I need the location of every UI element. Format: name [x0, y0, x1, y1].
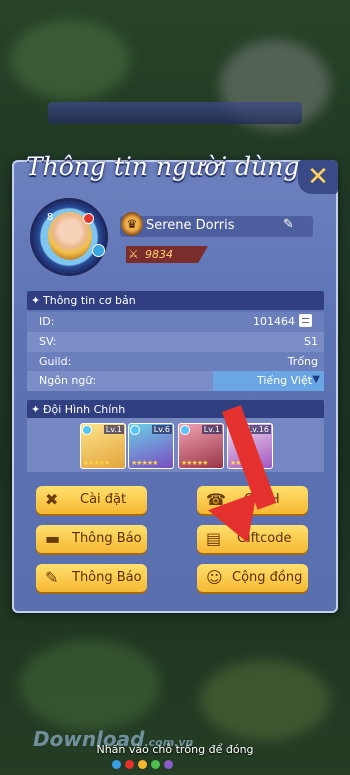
id-label: ID: — [39, 315, 55, 328]
settings-button[interactable]: ✖ Cài đặt — [36, 486, 147, 514]
basic-info-header: ✦ Thông tin cơ bản — [27, 291, 324, 310]
hero-card[interactable]: Lv.1 ★★★★★ — [178, 423, 224, 469]
mailbox-icon: ▬ — [45, 529, 61, 548]
server-value: S1 — [304, 335, 318, 348]
team-row — [27, 418, 324, 472]
gem-icon — [130, 425, 140, 435]
avatar-settings-icon[interactable] — [92, 244, 105, 257]
close-button[interactable]: ✕ — [298, 160, 338, 194]
team-header: ✦ Đội Hình Chính — [27, 400, 324, 419]
stars-icon: ★★★★★ — [83, 459, 110, 467]
player-level: 8 — [46, 212, 54, 223]
copy-id-icon[interactable] — [299, 314, 312, 327]
community-icon: ☺ — [206, 568, 223, 587]
dropdown-triangle-icon: ▼ — [312, 374, 320, 385]
sparkle-icon: ✦ — [31, 403, 41, 416]
edit-name-icon[interactable]: ✎ — [283, 217, 294, 232]
crossed-swords-icon: ⚔ — [128, 247, 139, 261]
basic-info-title: Thông tin cơ bản — [43, 294, 136, 307]
close-icon: ✕ — [307, 162, 329, 192]
stars-icon: ★★★★★ — [131, 459, 158, 467]
community-label: Cộng đồng — [232, 570, 303, 585]
hero-level: Lv.1 — [103, 425, 124, 434]
hero-level: Lv.6 — [151, 425, 172, 434]
hero-level: Lv.1 — [201, 425, 222, 434]
info-row-server: SV: S1 — [27, 332, 324, 352]
gem-icon — [82, 425, 92, 435]
settings-label: Cài đặt — [80, 492, 127, 507]
hero-card[interactable]: Lv.6 ★★★★★ — [128, 423, 174, 469]
team-title: Đội Hình Chính — [43, 403, 126, 416]
language-value: Tiếng Việt — [257, 374, 313, 387]
sparkle-icon: ✦ — [31, 294, 41, 307]
watermark-dots — [112, 754, 177, 773]
tools-icon: ✖ — [45, 490, 59, 509]
info-row-guild: Guild: Trống — [27, 352, 324, 372]
stars-icon: ★★★★★ — [181, 459, 208, 467]
guild-value: Trống — [287, 355, 318, 368]
notice-label: Thông Báo — [72, 531, 142, 546]
notification-dot — [83, 213, 94, 224]
background-top-bar — [48, 102, 302, 124]
rank-badge-icon: ♛ — [121, 212, 143, 236]
edit-note-icon: ✎ — [45, 568, 59, 587]
info-row-id: ID: 101464 — [27, 312, 324, 332]
power-value: 9834 — [145, 248, 173, 261]
panel-title: Thông tin người dùng — [26, 152, 300, 181]
language-label: Ngôn ngữ: — [39, 374, 97, 387]
community-button[interactable]: ☺ Cộng đồng — [197, 564, 308, 592]
gem-icon — [180, 425, 190, 435]
language-select[interactable]: Tiếng Việt ▼ — [213, 371, 324, 391]
id-value: 101464 — [253, 315, 295, 328]
notice-edit-label: Thông Báo — [72, 570, 142, 585]
server-label: SV: — [39, 335, 57, 348]
notice-button[interactable]: ▬ Thông Báo — [36, 525, 147, 553]
guild-label: Guild: — [39, 355, 72, 368]
hero-card[interactable]: Lv.1 ★★★★★ — [80, 423, 126, 469]
notice-edit-button[interactable]: ✎ Thông Báo — [36, 564, 147, 592]
player-name: Serene Dorris — [146, 218, 235, 233]
